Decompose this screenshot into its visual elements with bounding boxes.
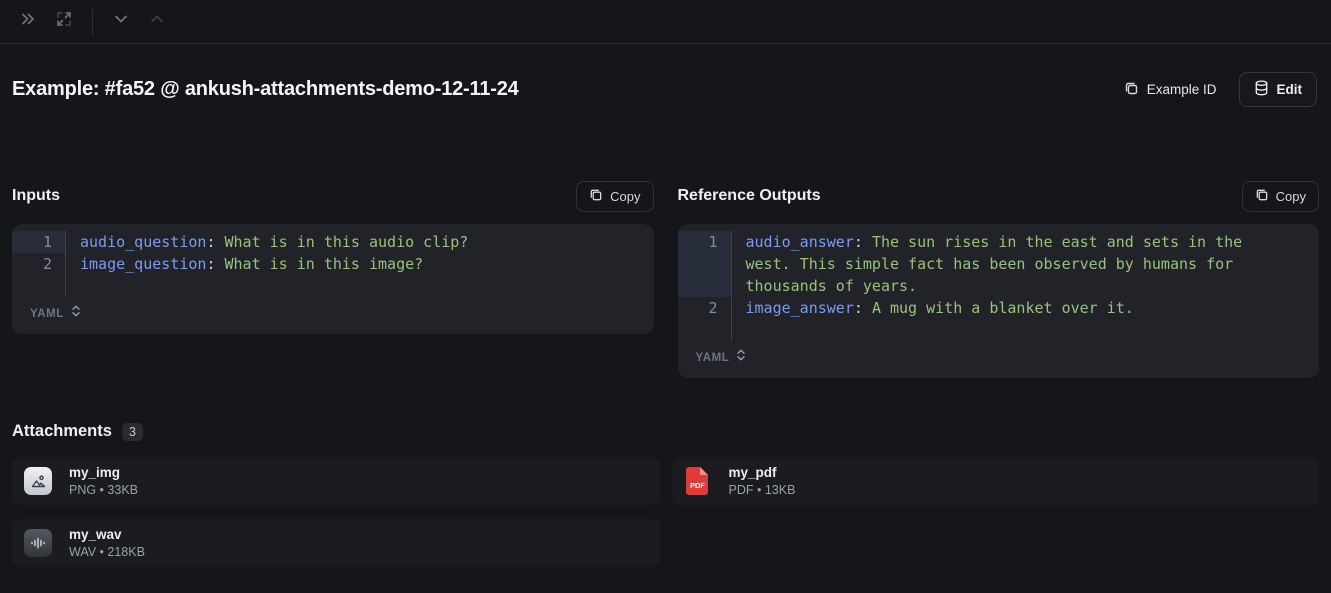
attachment-name: my_pdf [729, 464, 796, 482]
reference-outputs-language-selector[interactable]: YAML [678, 341, 1320, 378]
attachment-meta: PDF • 13KB [729, 482, 796, 498]
inputs-section: Inputs Copy 1 audio_question: What is in… [12, 181, 654, 334]
language-label: YAML [30, 308, 64, 320]
attachment-card[interactable]: PDF my_pdf PDF • 13KB [672, 457, 1320, 505]
image-icon [24, 467, 52, 495]
reference-outputs-title: Reference Outputs [678, 187, 821, 205]
line-number: 1 [678, 231, 732, 297]
inputs-title: Inputs [12, 187, 60, 205]
database-icon [1254, 80, 1269, 99]
inputs-code-block: 1 audio_question: What is in this audio … [12, 224, 654, 334]
inputs-language-selector[interactable]: YAML [12, 297, 654, 334]
inputs-copy-button[interactable]: Copy [576, 181, 653, 212]
audio-icon [24, 529, 52, 557]
reference-outputs-section: Reference Outputs Copy 1 audio_answer: T… [678, 181, 1320, 378]
chevron-up-icon [147, 9, 167, 34]
code-text: image_question: What is in this image? [66, 253, 640, 275]
chevron-up-down-icon [71, 304, 81, 323]
edit-button[interactable]: Edit [1239, 72, 1318, 107]
pdf-icon: PDF [684, 467, 712, 495]
next-example-button[interactable] [107, 8, 135, 36]
top-toolbar [0, 0, 1331, 44]
reference-outputs-copy-button[interactable]: Copy [1242, 181, 1319, 212]
line-number: 2 [12, 253, 66, 275]
attachment-name: my_img [69, 464, 138, 482]
code-text: audio_answer: The sun rises in the east … [732, 231, 1306, 297]
example-id-label: Example ID [1147, 82, 1217, 97]
language-label: YAML [696, 352, 730, 364]
chevron-up-down-icon [736, 348, 746, 367]
code-line: 1 audio_question: What is in this audio … [12, 231, 654, 253]
attachment-card[interactable]: my_img PNG • 33KB [12, 457, 660, 505]
copy-icon [589, 188, 603, 205]
code-text: audio_question: What is in this audio cl… [66, 231, 640, 253]
attachment-meta: WAV • 218KB [69, 544, 145, 560]
code-text: image_answer: A mug with a blanket over … [732, 297, 1306, 319]
copy-label: Copy [1276, 189, 1306, 204]
code-line: 2 image_question: What is in this image? [12, 253, 654, 275]
copy-label: Copy [610, 189, 640, 204]
attachments-section: Attachments 3 my_img PNG • 33KB PDF my_p… [12, 422, 1319, 567]
expand-button[interactable] [50, 8, 78, 36]
chevron-down-icon [111, 9, 131, 34]
expand-icon [55, 10, 73, 33]
code-line-filler [12, 275, 654, 297]
code-line-filler [678, 319, 1320, 341]
collapse-panel-button[interactable] [14, 8, 42, 36]
attachments-title: Attachments [12, 422, 112, 441]
line-number: 1 [12, 231, 66, 253]
code-line: 2 image_answer: A mug with a blanket ove… [678, 297, 1320, 319]
reference-outputs-code-block: 1 audio_answer: The sun rises in the eas… [678, 224, 1320, 378]
attachment-name: my_wav [69, 526, 145, 544]
attachments-count-badge: 3 [122, 423, 143, 441]
svg-text:PDF: PDF [690, 481, 705, 490]
previous-example-button[interactable] [143, 8, 171, 36]
example-id-button[interactable]: Example ID [1116, 75, 1225, 105]
toolbar-divider [92, 9, 93, 35]
copy-icon [1124, 81, 1139, 99]
copy-icon [1255, 188, 1269, 205]
page-title: Example: #fa52 @ ankush-attachments-demo… [12, 78, 519, 101]
attachment-card[interactable]: my_wav WAV • 218KB [12, 519, 660, 567]
edit-label: Edit [1277, 82, 1303, 97]
double-chevron-right-icon [19, 10, 37, 33]
attachment-meta: PNG • 33KB [69, 482, 138, 498]
code-line: 1 audio_answer: The sun rises in the eas… [678, 231, 1320, 297]
line-number: 2 [678, 297, 732, 319]
